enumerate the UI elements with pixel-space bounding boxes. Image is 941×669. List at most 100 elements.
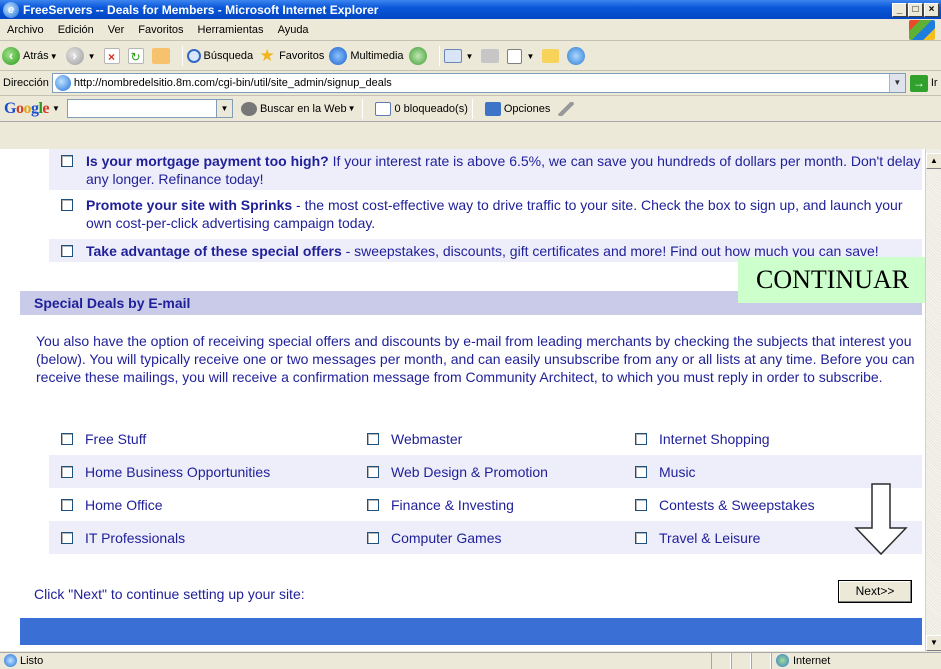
vertical-scrollbar[interactable]: ▲ ▼ [925, 149, 941, 651]
subject-label: Free Stuff [85, 430, 147, 447]
search-web-dropdown-icon[interactable]: ▼ [348, 104, 356, 113]
subject-option[interactable]: Music [623, 455, 696, 488]
back-dropdown-icon[interactable]: ▼ [50, 52, 58, 61]
subject-checkbox[interactable] [61, 465, 73, 478]
offer-title: Promote your site with Sprinks [86, 197, 293, 213]
folder-button[interactable] [542, 49, 562, 63]
menu-ayuda[interactable]: Ayuda [271, 24, 316, 36]
subject-option[interactable]: Free Stuff [49, 422, 146, 455]
menu-archivo[interactable]: Archivo [0, 24, 51, 36]
subject-checkbox[interactable] [635, 465, 647, 478]
home-button[interactable] [151, 48, 173, 64]
toolbar-separator [181, 46, 183, 66]
popup-blocker-button[interactable]: 0 bloqueado(s) [375, 101, 468, 116]
refresh-button[interactable]: ↻ [127, 48, 147, 64]
subject-checkbox[interactable] [367, 531, 379, 544]
google-search-dropdown-icon[interactable]: ▼ [216, 99, 233, 118]
menu-herramientas[interactable]: Herramientas [191, 24, 271, 36]
scroll-down-button[interactable]: ▼ [926, 635, 941, 651]
edit-button[interactable]: ▼ [507, 48, 537, 64]
subject-checkbox[interactable] [61, 498, 73, 511]
subject-checkbox[interactable] [635, 531, 647, 544]
subject-option[interactable]: Home Office [49, 488, 163, 521]
offer-checkbox[interactable] [61, 199, 73, 211]
ie-logo-icon: e [3, 1, 19, 18]
standard-toolbar: ‹ Atrás ▼ › ▼ × ↻ Búsqueda ★ Favoritos M… [0, 42, 941, 71]
subject-checkbox[interactable] [367, 465, 379, 478]
mail-dropdown-icon[interactable]: ▼ [466, 52, 474, 61]
google-toolbar: Google ▼ ▼ Buscar en la Web ▼ 0 bloquead… [0, 96, 941, 122]
subject-option[interactable]: Webmaster [355, 422, 462, 455]
history-button[interactable] [408, 47, 430, 65]
favorites-label: Favoritos [279, 50, 325, 62]
subject-option[interactable]: Web Design & Promotion [355, 455, 548, 488]
highlight-button[interactable] [558, 101, 577, 116]
subject-checkbox[interactable] [635, 432, 647, 445]
forward-dropdown-icon[interactable]: ▼ [88, 52, 96, 61]
search-web-button[interactable]: Buscar en la Web ▼ [240, 101, 359, 116]
edit-icon [507, 48, 523, 64]
subject-label: Webmaster [391, 430, 463, 447]
google-logo[interactable]: Google [4, 100, 49, 118]
security-zone: Internet [771, 652, 941, 669]
minimize-button[interactable]: _ [892, 2, 907, 17]
subject-option[interactable]: Contests & Sweepstakes [623, 488, 815, 521]
search-button[interactable]: Búsqueda [186, 49, 254, 63]
close-button[interactable]: × [924, 2, 939, 17]
mail-button[interactable]: ▼ [443, 49, 477, 63]
refresh-icon: ↻ [127, 48, 144, 64]
subject-option[interactable]: Computer Games [355, 521, 501, 554]
window-title-bar[interactable]: e FreeServers -- Deals for Members - Mic… [0, 0, 941, 19]
search-icon [186, 49, 201, 63]
media-button[interactable]: Multimedia [329, 47, 404, 65]
print-button[interactable] [481, 49, 502, 63]
subject-checkbox[interactable] [367, 498, 379, 511]
address-url[interactable]: http://nombredelsitio.8m.com/cgi-bin/uti… [74, 77, 889, 89]
subject-option[interactable]: Finance & Investing [355, 488, 514, 521]
next-button[interactable]: Next>> [838, 580, 912, 603]
offer-row: Is your mortgage payment too high? If yo… [49, 149, 922, 190]
subject-row: IT Professionals Computer Games Travel &… [49, 521, 922, 554]
subject-option[interactable]: Internet Shopping [623, 422, 770, 455]
subject-checkbox[interactable] [367, 432, 379, 445]
menu-ver[interactable]: Ver [101, 24, 132, 36]
options-label: Opciones [503, 102, 551, 115]
binoculars-icon [240, 101, 257, 116]
options-button[interactable]: Opciones [484, 101, 551, 116]
subject-row: Free Stuff Webmaster Internet Shopping [49, 422, 922, 455]
menu-edicion[interactable]: Edición [51, 24, 101, 36]
google-search-input[interactable] [66, 99, 217, 118]
subject-label: Finance & Investing [391, 496, 514, 513]
subject-checkbox[interactable] [61, 531, 73, 544]
offer-checkbox[interactable] [61, 155, 73, 167]
search-label: Búsqueda [203, 50, 254, 62]
home-icon [151, 48, 170, 64]
subject-option[interactable]: Travel & Leisure [623, 521, 760, 554]
offer-checkbox[interactable] [61, 245, 73, 257]
status-pane [751, 652, 771, 669]
back-label: Atrás [23, 50, 49, 62]
address-dropdown-icon[interactable]: ▼ [888, 74, 905, 92]
back-button[interactable]: ‹ Atrás ▼ [2, 47, 61, 65]
google-menu-dropdown-icon[interactable]: ▼ [52, 104, 60, 113]
address-label: Dirección [3, 77, 49, 89]
scroll-up-button[interactable]: ▲ [926, 153, 941, 169]
forward-button[interactable]: › ▼ [65, 47, 99, 65]
address-input[interactable]: http://nombredelsitio.8m.com/cgi-bin/uti… [51, 73, 906, 93]
stop-button[interactable]: × [103, 48, 123, 64]
subject-checkbox[interactable] [61, 432, 73, 445]
folder-icon [542, 49, 560, 63]
subject-checkbox[interactable] [635, 498, 647, 511]
subject-option[interactable]: IT Professionals [49, 521, 185, 554]
go-button[interactable]: → Ir [909, 74, 938, 92]
subject-option[interactable]: Home Business Opportunities [49, 455, 270, 488]
menu-favoritos[interactable]: Favoritos [131, 24, 190, 36]
favorites-button[interactable]: ★ Favoritos [258, 47, 324, 65]
go-label: Ir [930, 77, 938, 89]
page-status-icon [4, 654, 17, 667]
maximize-button[interactable]: □ [908, 2, 923, 17]
messenger-button[interactable] [567, 47, 588, 65]
back-arrow-icon: ‹ [2, 47, 20, 65]
edit-dropdown-icon[interactable]: ▼ [526, 52, 534, 61]
history-icon [408, 47, 427, 65]
